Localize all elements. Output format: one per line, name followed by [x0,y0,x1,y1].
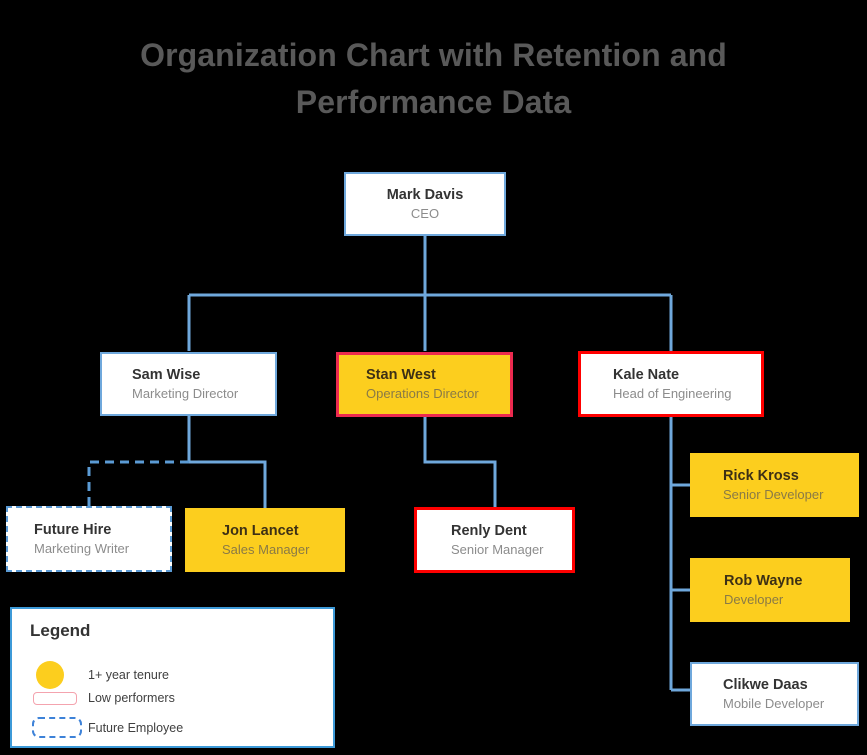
node-jon-lancet[interactable]: Jon Lancet Sales Manager [185,508,345,572]
node-clikwe-daas[interactable]: Clikwe Daas Mobile Developer [690,662,859,726]
node-title: Head of Engineering [613,385,732,401]
node-title: Mobile Developer [723,695,825,711]
legend-item-tenure: 1+ year tenure [30,661,169,689]
node-name: Jon Lancet [222,522,299,539]
node-mark-davis[interactable]: Mark Davis CEO [344,172,506,236]
legend-item-label: Future Employee [88,720,184,735]
legend-item-future-employee: Future Employee [30,717,183,738]
node-name: Future Hire [34,521,112,538]
connector-sam-to-jon [189,460,267,508]
legend-panel: Legend 1+ year tenure Low performers Fut… [10,607,335,748]
node-title: Senior Developer [723,486,824,502]
node-name: Rob Wayne [724,572,803,589]
legend-item-label: Low performers [88,691,175,705]
connector-sam-to-future-hire [87,460,189,508]
node-name: Sam Wise [132,366,201,383]
node-title: Marketing Director [132,385,239,401]
page-title: Organization Chart with Retention and Pe… [140,37,727,120]
node-kale-nate[interactable]: Kale Nate Head of Engineering [578,351,764,417]
node-title: Senior Manager [451,541,544,557]
node-stan-west[interactable]: Stan West Operations Director [336,352,513,417]
legend-title: Legend [30,621,91,640]
node-future-hire[interactable]: Future Hire Marketing Writer [6,506,172,572]
legend-swatch-wrap [30,661,88,689]
red-outline-rect-icon [33,691,77,705]
chart-canvas: Organization Chart with Retention and Pe… [0,0,867,755]
node-renly-dent[interactable]: Renly Dent Senior Manager [414,507,575,573]
legend-swatch-wrap [30,691,88,705]
yellow-circle-icon [36,661,64,689]
legend-swatch-wrap [30,717,88,738]
node-name: Mark Davis [386,186,464,203]
node-title: CEO [410,205,440,221]
node-rick-kross[interactable]: Rick Kross Senior Developer [690,453,859,517]
legend-item-label: 1+ year tenure [88,668,169,682]
node-name: Clikwe Daas [723,676,808,693]
node-rob-wayne[interactable]: Rob Wayne Developer [690,558,850,622]
node-title: Developer [724,591,784,607]
node-name: Kale Nate [613,366,680,383]
node-sam-wise[interactable]: Sam Wise Marketing Director [100,352,277,416]
node-name: Rick Kross [723,467,799,484]
blue-dashed-rect-icon [32,717,82,738]
node-name: Stan West [366,367,436,383]
node-title: Sales Manager [222,541,310,557]
connector-stan-to-renly [423,417,497,508]
legend-item-low-performers: Low performers [30,691,175,705]
node-name: Renly Dent [451,522,527,539]
node-title: Operations Director [366,386,479,401]
node-title: Marketing Writer [34,540,130,556]
